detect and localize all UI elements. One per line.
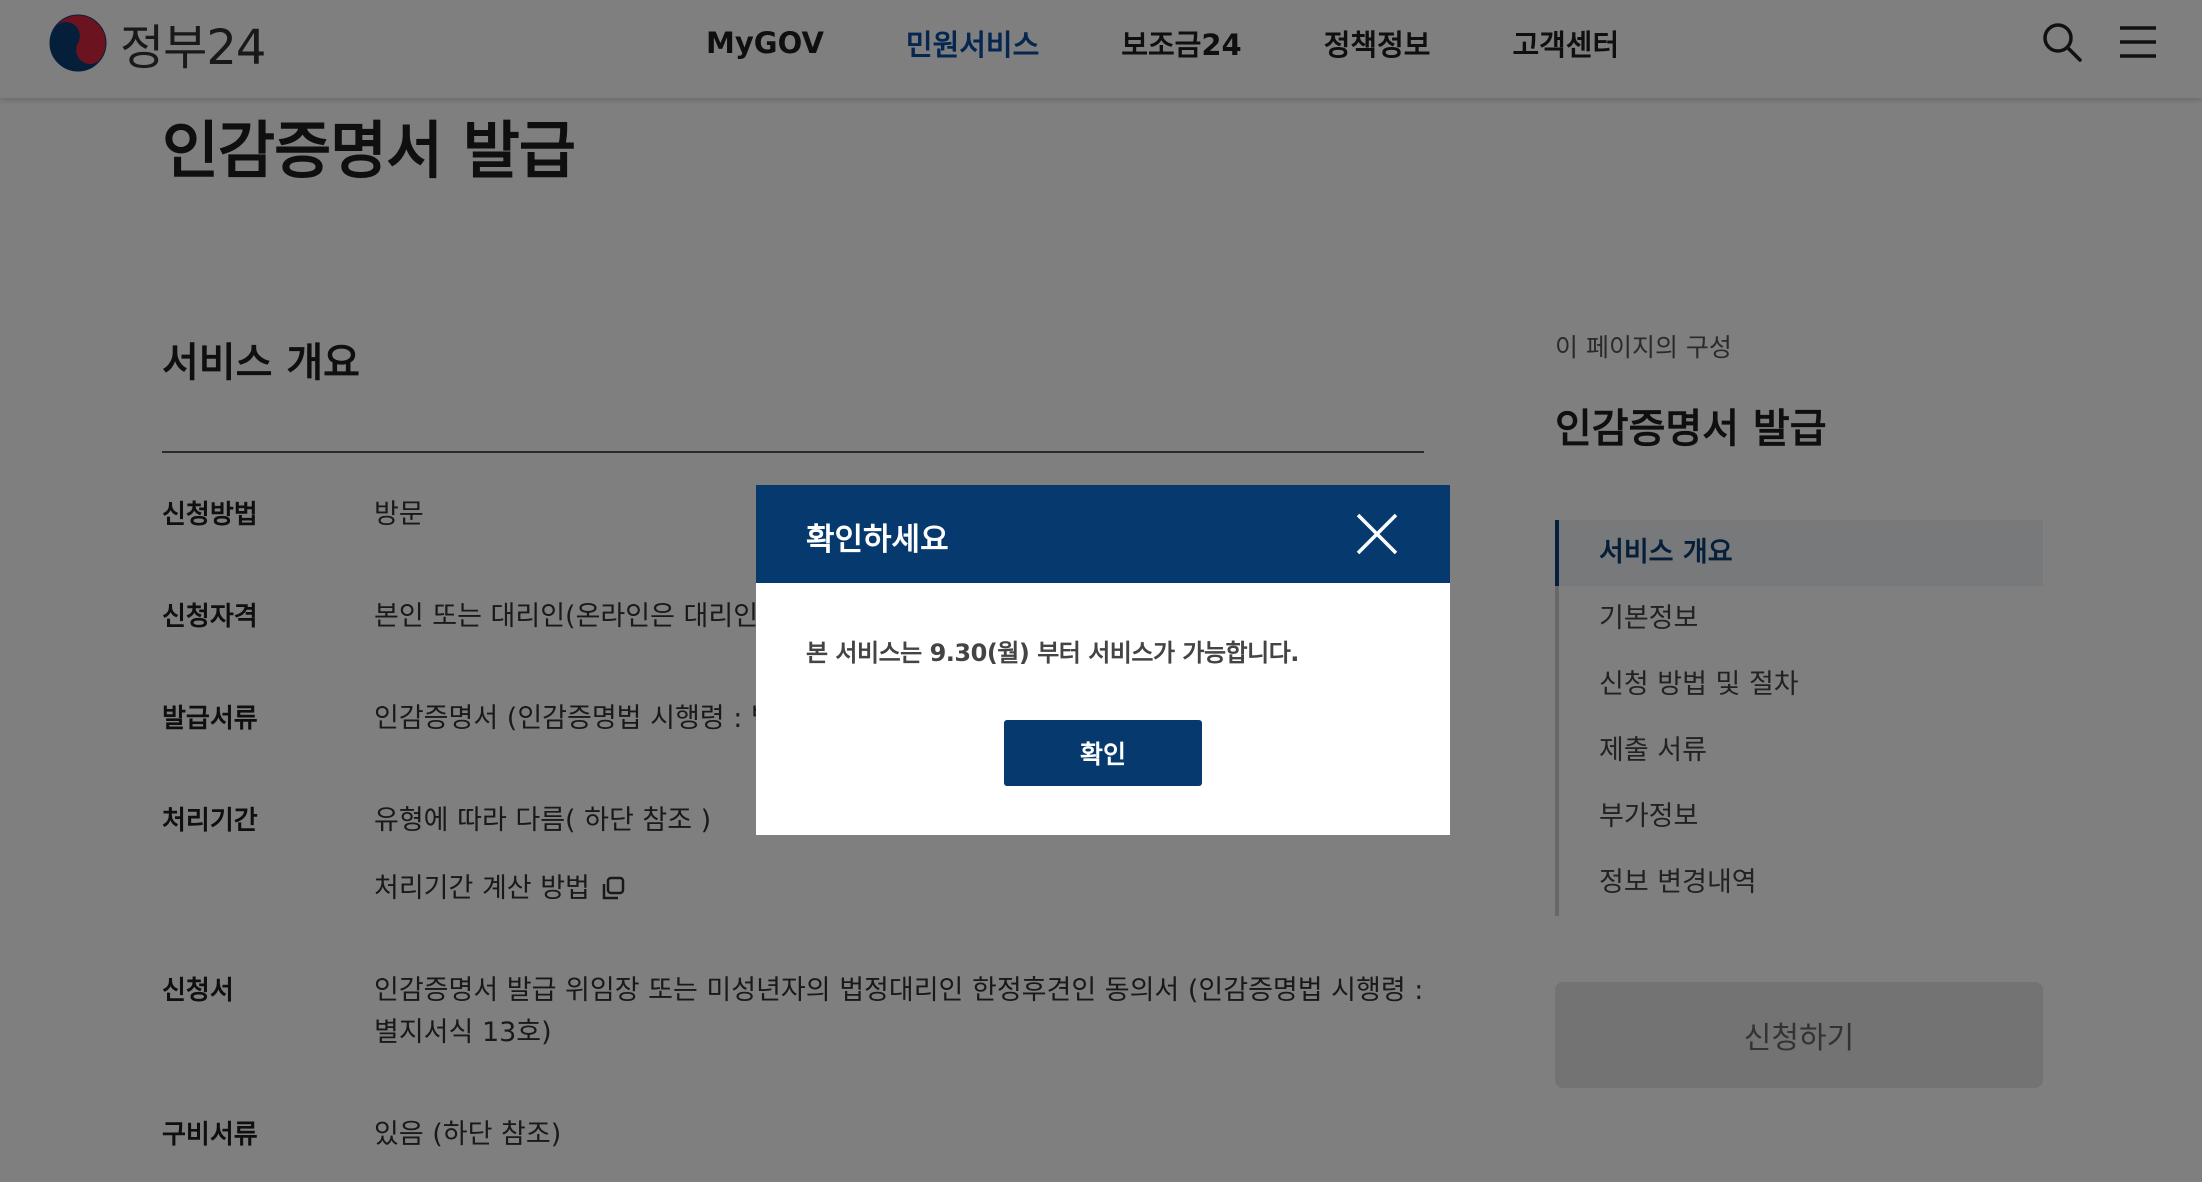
close-icon[interactable] bbox=[1354, 511, 1400, 557]
confirm-dialog: 확인하세요 본 서비스는 9.30(월) 부터 서비스가 가능합니다. 확인 bbox=[756, 485, 1450, 835]
confirm-button[interactable]: 확인 bbox=[1004, 720, 1202, 786]
dialog-header: 확인하세요 bbox=[756, 485, 1450, 583]
dialog-title: 확인하세요 bbox=[806, 522, 949, 558]
dialog-message: 본 서비스는 9.30(월) 부터 서비스가 가능합니다. bbox=[806, 639, 1299, 667]
